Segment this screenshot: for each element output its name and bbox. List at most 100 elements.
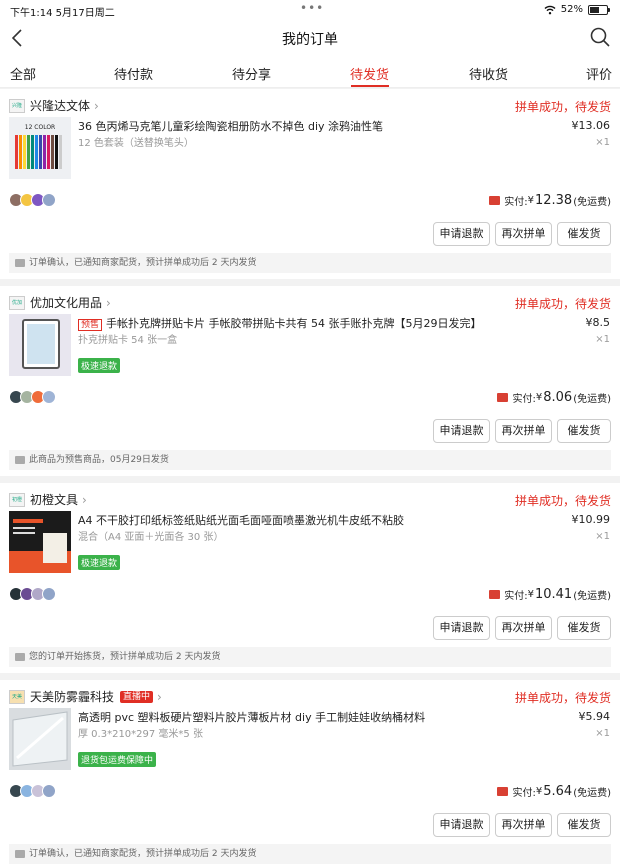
active-tab-indicator bbox=[351, 85, 389, 87]
search-icon bbox=[590, 27, 610, 47]
refund-button[interactable]: 申请退款 bbox=[433, 419, 490, 443]
order-card: 优加 优加文化用品 › 拼单成功，待发货 预售 手帐扑克牌拼贴卡片 手帐胶带拼贴卡… bbox=[0, 286, 620, 476]
order-status: 拼单成功，待发货 bbox=[514, 691, 611, 705]
search-button[interactable] bbox=[590, 27, 610, 51]
shop-logo: 优加 bbox=[9, 295, 25, 310]
tab-review[interactable]: 评价 bbox=[586, 64, 612, 83]
service-tag: 极速退款 bbox=[78, 358, 121, 373]
rebuy-button[interactable]: 再次拼单 bbox=[495, 616, 552, 640]
refund-button[interactable]: 申请退款 bbox=[433, 616, 490, 640]
group-avatars bbox=[9, 390, 56, 404]
refund-button[interactable]: 申请退款 bbox=[433, 813, 490, 837]
group-avatars bbox=[9, 193, 56, 207]
order-card: 初橙 初橙文具 › 拼单成功，待发货 A4 不干胶打印纸标签纸贴纸光面毛面哑面喷… bbox=[0, 483, 620, 673]
red-packet-icon bbox=[497, 787, 509, 796]
wifi-icon bbox=[544, 5, 556, 14]
urge-shipment-button[interactable]: 催发货 bbox=[557, 616, 611, 640]
avatar bbox=[42, 784, 56, 798]
note-icon bbox=[15, 850, 25, 858]
service-tag: 退货包运费保障中 bbox=[78, 752, 157, 767]
status-bar: 下午1:14 5月17日周二 ••• 52% bbox=[0, 0, 620, 20]
shop-name: 优加文化用品 bbox=[30, 296, 103, 310]
shop-name: 兴隆达文体 bbox=[30, 99, 91, 113]
refund-button[interactable]: 申请退款 bbox=[433, 222, 490, 246]
shop-link[interactable]: 天美 天美防雾霾科技 直播中 › bbox=[9, 688, 162, 705]
logistics-note[interactable]: 订单确认，已通知商家配货，预计拼单成功后 2 天内发货 bbox=[9, 844, 611, 864]
paid-amount: 实付: ¥12.38 (免运费) bbox=[489, 193, 611, 208]
product-price: ¥5.94 bbox=[578, 710, 611, 723]
rebuy-button[interactable]: 再次拼单 bbox=[495, 419, 552, 443]
service-tag: 极速退款 bbox=[78, 555, 121, 570]
shop-link[interactable]: 兴隆 兴隆达文体 › bbox=[9, 97, 99, 114]
shop-logo: 初橙 bbox=[9, 492, 25, 507]
red-packet-icon bbox=[497, 393, 509, 402]
product-image[interactable]: 12 COLOR bbox=[9, 117, 71, 179]
shop-name: 初橙文具 bbox=[30, 493, 79, 507]
paid-amount: 实付: ¥8.06 (免运费) bbox=[497, 390, 611, 405]
presale-badge: 预售 bbox=[78, 319, 103, 331]
urge-shipment-button[interactable]: 催发货 bbox=[557, 813, 611, 837]
note-icon bbox=[15, 259, 25, 267]
product-title[interactable]: A4 不干胶打印纸标签纸贴纸光面毛面哑面喷墨激光机牛皮纸不粘胶 bbox=[78, 512, 568, 528]
order-status: 拼单成功，待发货 bbox=[514, 100, 611, 114]
note-icon bbox=[15, 653, 25, 661]
product-title[interactable]: 36 色丙烯马克笔儿童彩绘陶瓷相册防水不掉色 diy 涂鸦油性笔 bbox=[78, 118, 568, 134]
product-quantity: ×1 bbox=[595, 728, 610, 739]
logistics-note[interactable]: 您的订单开始拣货，预计拼单成功后 2 天内发货 bbox=[9, 647, 611, 667]
status-time: 下午1:14 5月17日周二 bbox=[10, 8, 115, 19]
avatar bbox=[42, 587, 56, 601]
product-spec: 厚 0.3*210*297 毫米*5 张 bbox=[78, 729, 203, 740]
order-status: 拼单成功，待发货 bbox=[514, 494, 611, 508]
shop-logo: 兴隆 bbox=[9, 98, 25, 113]
chevron-right-icon: › bbox=[157, 689, 162, 704]
product-title[interactable]: 预售 手帐扑克牌拼贴卡片 手帐胶带拼贴卡共有 54 张手账扑克牌【5月29日发完】 bbox=[78, 315, 568, 331]
product-price: ¥8.5 bbox=[585, 316, 611, 329]
rebuy-button[interactable]: 再次拼单 bbox=[495, 813, 552, 837]
avatar bbox=[42, 193, 56, 207]
order-tabs: 全部 待付款 待分享 待发货 待收货 评价 bbox=[0, 56, 620, 88]
order-card: 天美 天美防雾霾科技 直播中 › 拼单成功，待发货 高透明 pvc 塑料板硬片塑… bbox=[0, 680, 620, 866]
chevron-right-icon: › bbox=[94, 98, 99, 113]
live-badge: 直播中 bbox=[120, 690, 154, 703]
order-status: 拼单成功，待发货 bbox=[514, 297, 611, 311]
product-image[interactable] bbox=[9, 708, 71, 770]
tab-pending-share[interactable]: 待分享 bbox=[232, 64, 271, 83]
shop-logo: 天美 bbox=[9, 689, 25, 704]
product-title[interactable]: 高透明 pvc 塑料板硬片塑料片胶片薄板片材 diy 手工制娃娃收纳桶材料 bbox=[78, 709, 568, 725]
svg-text:12 COLOR: 12 COLOR bbox=[25, 124, 55, 131]
product-spec: 扑克拼贴卡 54 张一盒 bbox=[78, 335, 178, 346]
product-quantity: ×1 bbox=[595, 137, 610, 148]
logistics-note[interactable]: 订单确认，已通知商家配货，预计拼单成功后 2 天内发货 bbox=[9, 253, 611, 273]
paid-amount: 实付: ¥10.41 (免运费) bbox=[489, 587, 611, 602]
multitask-dots[interactable]: ••• bbox=[300, 1, 324, 15]
product-price: ¥13.06 bbox=[571, 119, 611, 132]
tab-pending-receipt[interactable]: 待收货 bbox=[469, 64, 508, 83]
shop-link[interactable]: 初橙 初橙文具 › bbox=[9, 491, 87, 508]
shop-link[interactable]: 优加 优加文化用品 › bbox=[9, 294, 111, 311]
urge-shipment-button[interactable]: 催发货 bbox=[557, 419, 611, 443]
red-packet-icon bbox=[489, 590, 501, 599]
urge-shipment-button[interactable]: 催发货 bbox=[557, 222, 611, 246]
truck-icon bbox=[15, 456, 25, 464]
rebuy-button[interactable]: 再次拼单 bbox=[495, 222, 552, 246]
product-spec: 混合（A4 亚面＋光面各 30 张） bbox=[78, 532, 224, 543]
product-spec: 12 色套装（送替换笔头） bbox=[78, 138, 194, 149]
avatar bbox=[42, 390, 56, 404]
tab-all[interactable]: 全部 bbox=[10, 64, 36, 83]
product-image[interactable] bbox=[9, 511, 71, 573]
chevron-right-icon: › bbox=[106, 295, 111, 310]
tab-pending-shipment[interactable]: 待发货 bbox=[350, 64, 389, 83]
product-price: ¥10.99 bbox=[571, 513, 611, 526]
logistics-note[interactable]: 此商品为预售商品，05月29日发货 bbox=[9, 450, 611, 470]
product-quantity: ×1 bbox=[595, 334, 610, 345]
battery-icon bbox=[588, 4, 610, 15]
product-quantity: ×1 bbox=[595, 531, 610, 542]
page-title: 我的订单 bbox=[282, 32, 338, 48]
product-image[interactable] bbox=[9, 314, 71, 376]
group-avatars bbox=[9, 587, 56, 601]
nav-bar: 我的订单 bbox=[0, 20, 620, 56]
group-avatars bbox=[9, 784, 56, 798]
tab-pending-payment[interactable]: 待付款 bbox=[114, 64, 153, 83]
red-packet-icon bbox=[489, 196, 501, 205]
chevron-right-icon: › bbox=[82, 492, 87, 507]
